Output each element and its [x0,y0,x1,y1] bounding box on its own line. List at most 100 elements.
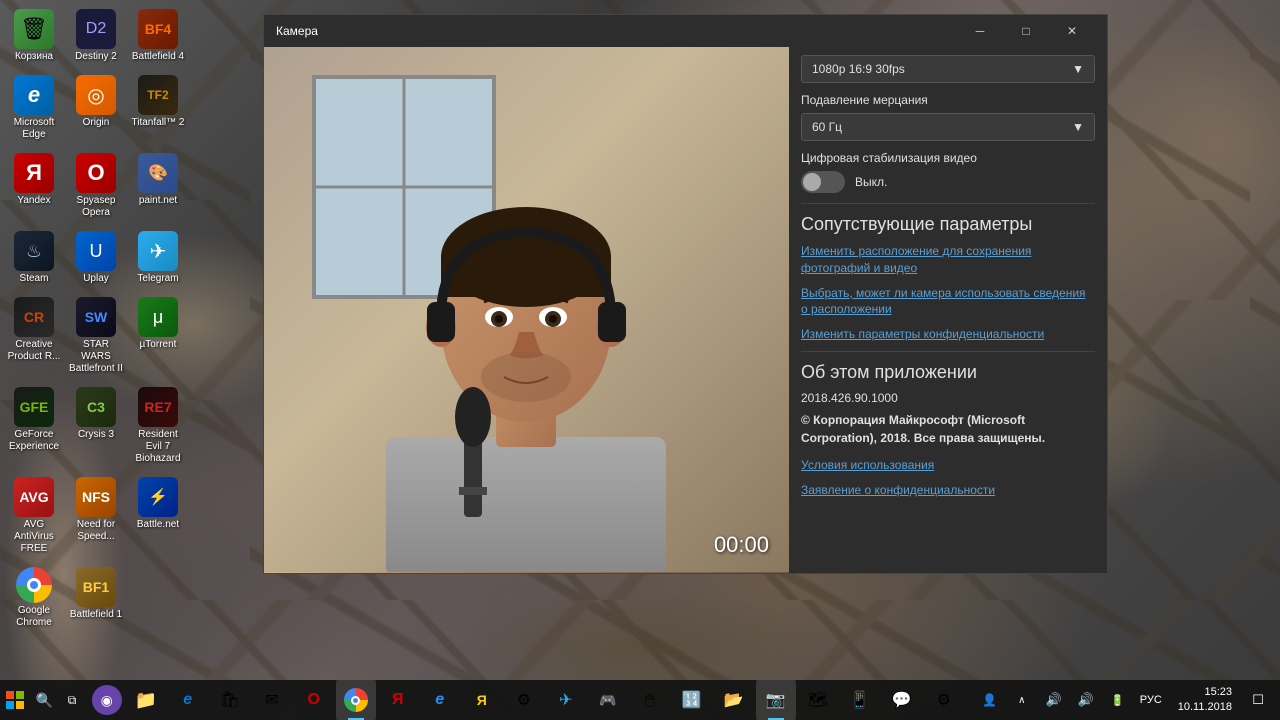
icon-row-6: GFE GeForce Experience C3 Crysis 3 RE7 R… [5,383,205,469]
icon-paintnet[interactable]: 🎨 paint.net [129,149,187,223]
taskbar-volume-icon[interactable]: 🔊 [1072,680,1100,720]
icon-yandex[interactable]: Я Yandex [5,149,63,223]
privacy-settings-link[interactable]: Изменить параметры конфиденциальности [801,326,1095,343]
taskbar-battery-icon[interactable]: 🔋 [1104,680,1132,720]
taskbar-phone[interactable]: 📱 [840,680,880,720]
maps-icon: 🗺 [808,690,828,710]
taskbar-discord[interactable]: 🎮 [588,680,628,720]
icon-telegram[interactable]: ✈ Telegram [129,227,187,289]
taskbar-store[interactable]: 🛍 [210,680,250,720]
taskbar-ie[interactable]: e [420,680,460,720]
taskbar-people-icon[interactable]: 👤 [976,680,1004,720]
start-button[interactable] [0,680,31,720]
icon-avg-label: AVG AntiVirus FREE [7,519,61,555]
flicker-dropdown[interactable]: 60 Гц ▼ [801,113,1095,141]
search-icon: 🔍 [36,692,53,709]
icon-utorrent[interactable]: μ µTorrent [129,293,187,379]
icon-opera-label: Spyasep Opera [69,195,123,219]
taskbar-settings[interactable]: ⚙ [504,680,544,720]
taskbar-edge[interactable]: e [168,680,208,720]
taskbar-mail[interactable]: ✉ [252,680,292,720]
taskbar-clock[interactable]: 15:23 10.11.2018 [1170,685,1240,716]
icon-destiny2-label: Destiny 2 [75,51,117,63]
taskbar-folder[interactable]: 📂 [714,680,754,720]
icon-creative[interactable]: CR Creative Product R... [5,293,63,379]
taskbar-calculator[interactable]: 🔢 [672,680,712,720]
save-location-link[interactable]: Изменить расположение для сохранения фот… [801,243,1095,277]
icon-starwars[interactable]: SW STAR WARS Battlefront II [67,293,125,379]
taskbar-chevron-icon[interactable]: ∧ [1008,680,1036,720]
icon-uplay[interactable]: U Uplay [67,227,125,289]
window-title: Камера [276,24,957,38]
search-button[interactable]: 🔍 [31,680,58,720]
resolution-value: 1080р 16:9 30fps [812,62,905,76]
windows-logo-icon [6,691,24,709]
icon-bf1-label: Battlefield 1 [70,609,122,621]
cortana-icon: ◉ [101,692,113,709]
taskbar-gear[interactable]: ⚙ [924,680,964,720]
icon-resident[interactable]: RE7 Resident Evil 7 Biohazard [129,383,187,469]
taskbar-yandex[interactable]: Я [378,680,418,720]
taskbar-file-explorer[interactable]: 📁 [126,680,166,720]
taskbar-whatsapp[interactable]: 💬 [882,680,922,720]
taskbar-mouse-pointer[interactable]: 🖱 [630,680,670,720]
taskbar-maps[interactable]: 🗺 [798,680,838,720]
stabilization-toggle[interactable] [801,171,845,193]
stabilization-toggle-row: Выкл. [801,171,1095,193]
maximize-button[interactable]: □ [1003,15,1049,47]
telegram-icon: ✈ [138,231,178,271]
flicker-label: Подавление мерцания [801,93,1095,107]
icon-destiny2[interactable]: D2 Destiny 2 [67,5,125,67]
steam-icon: ♨ [14,231,54,271]
utorrent-icon: μ [138,297,178,337]
taskbar-chrome[interactable] [336,680,376,720]
icon-crysis[interactable]: C3 Crysis 3 [67,383,125,469]
icon-origin[interactable]: ◎ Origin [67,71,125,145]
minimize-button[interactable]: ─ [957,15,1003,47]
icon-bf4[interactable]: BF4 Battlefield 4 [129,5,187,67]
privacy-policy-link[interactable]: Заявление о конфиденциальности [801,482,1095,499]
window-controls: ─ □ ✕ [957,15,1095,47]
mail-icon: ✉ [265,690,278,710]
icon-opera[interactable]: O Spyasep Opera [67,149,125,223]
icon-chrome[interactable]: Google Chrome [5,563,63,633]
divider-2 [801,351,1095,352]
taskbar-opera[interactable]: O [294,680,334,720]
yandex2-icon: Я [477,692,487,708]
taskbar-language[interactable]: РУС [1136,694,1166,706]
close-button[interactable]: ✕ [1049,15,1095,47]
icon-edge[interactable]: e Microsoft Edge [5,71,63,145]
location-access-link[interactable]: Выбрать, может ли камера использовать св… [801,285,1095,319]
task-view-button[interactable]: ⧉ [58,680,85,720]
taskbar-network-icon[interactable]: 🔊 [1040,680,1068,720]
resolution-dropdown[interactable]: 1080р 16:9 30fps ▼ [801,55,1095,83]
resolution-arrow-icon: ▼ [1072,62,1084,76]
window-content: 00:00 1080р 16:9 30fps ▼ Подавление мерц… [264,47,1107,573]
icon-steam[interactable]: ♨ Steam [5,227,63,289]
icon-battle[interactable]: ⚡ Battle.net [129,473,187,559]
crysis-icon: C3 [76,387,116,427]
camera-tb-icon: 📷 [766,690,786,710]
taskbar-telegram[interactable]: ✈ [546,680,586,720]
icon-row-8: Google Chrome BF1 Battlefield 1 [5,563,205,633]
icon-row-3: Я Yandex O Spyasep Opera 🎨 paint.net [5,149,205,223]
telegram-tb-icon: ✈ [559,690,572,710]
icon-bf4-label: Battlefield 4 [132,51,184,63]
icon-titanfall[interactable]: TF2 Titanfall™ 2 [129,71,187,145]
phone-icon: 📱 [850,690,870,710]
taskbar-yandex2[interactable]: Я [462,680,502,720]
taskbar-cortana[interactable]: ◉ [92,685,122,715]
icon-geforce[interactable]: GFE GeForce Experience [5,383,63,469]
terms-link[interactable]: Условия использования [801,457,1095,474]
stabilization-label: Цифровая стабилизация видео [801,151,1095,165]
icon-recycle[interactable]: 🗑 Корзина [5,5,63,67]
creative-icon: CR [14,297,54,337]
flicker-value: 60 Гц [812,120,842,134]
icon-nfs[interactable]: NFS Need for Speed... [67,473,125,559]
nfs-icon: NFS [76,477,116,517]
icon-bf1[interactable]: BF1 Battlefield 1 [67,563,125,633]
taskbar-camera[interactable]: 📷 [756,680,796,720]
window-titlebar: Камера ─ □ ✕ [264,15,1107,47]
taskbar-action-center-icon[interactable]: ☐ [1244,680,1272,720]
icon-avg[interactable]: AVG AVG AntiVirus FREE [5,473,63,559]
